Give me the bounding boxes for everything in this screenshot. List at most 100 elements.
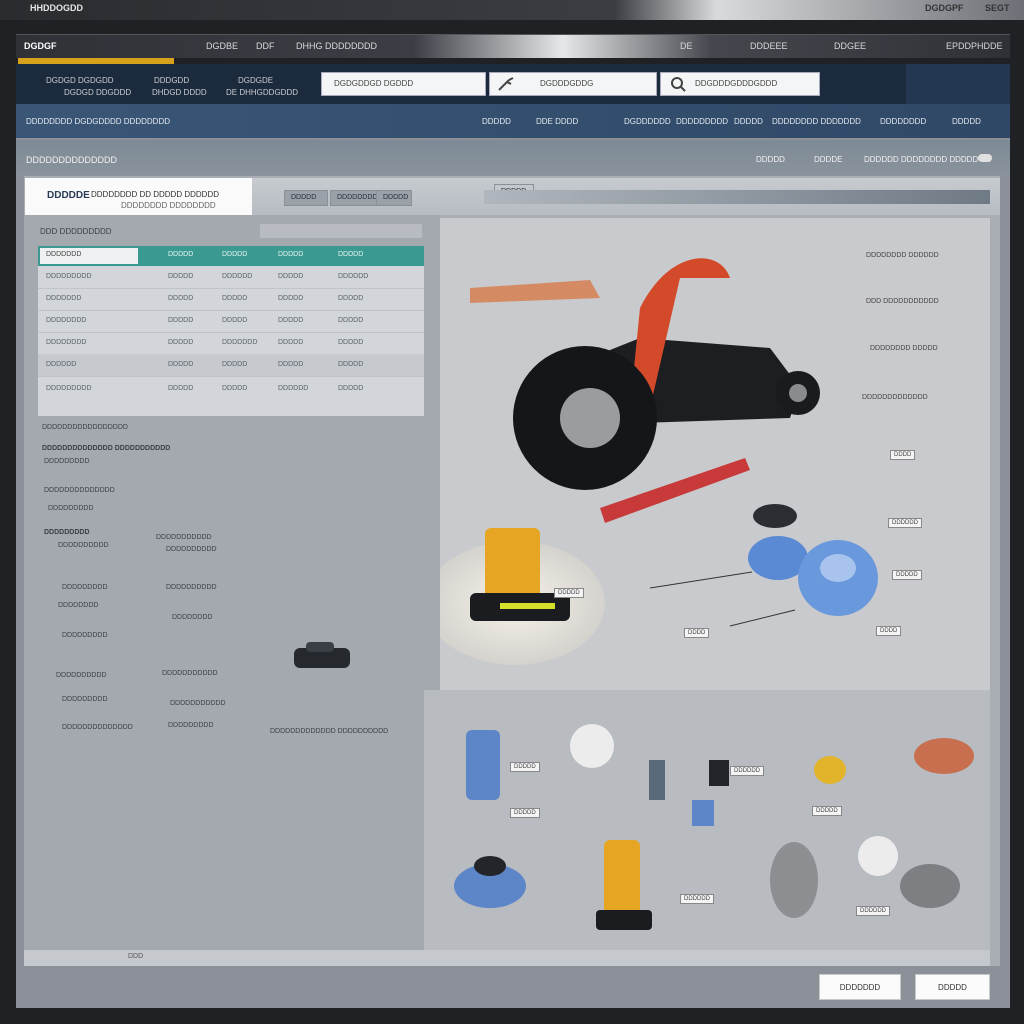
toolbar: DGDGD DGDGDD DGDGD DDGDDD DDDGDD DHDGD D… [16, 64, 1010, 104]
table-cell: DDDDDD [338, 273, 369, 280]
table-row[interactable]: DDDDDDD DDDDD DDDDD DDDDD DDDDD [38, 288, 424, 311]
window-right-label-2: SEGT [985, 3, 1010, 13]
viewer-callout[interactable]: DDDDD [892, 570, 922, 580]
nav-item-4[interactable]: DDDDDDDDD [676, 117, 728, 126]
list-item[interactable]: DDDDDDDDDDD [170, 700, 226, 707]
gallery-callout[interactable]: DDDDD [510, 808, 540, 818]
menu-right-2[interactable]: DDDEEE [750, 41, 788, 51]
nav-item-5[interactable]: DDDDD [734, 117, 763, 126]
logo-card: DDDDDE DDDDDDDD DD DDDDD DDDDDD DDDDDDDD… [25, 178, 252, 215]
toolbar-label-3: DDDGDD [154, 76, 190, 85]
menu-item-1[interactable]: DGDBE [206, 41, 238, 51]
table-cell: DDDDD [338, 361, 364, 368]
table-header: DDDDDDD DDDDD DDDDD DDDDD DDDDD [38, 246, 424, 266]
list-item[interactable]: DDDDDDDDDDD [156, 534, 212, 541]
gallery-callout[interactable]: DDDDD [510, 762, 540, 772]
table-header-col-5[interactable]: DDDDD [338, 251, 363, 258]
menu-item-3[interactable]: DHHG DDDDDDDD [296, 41, 377, 51]
viewer-callout[interactable]: DDDD [876, 626, 902, 636]
table-cell: DDDDD [278, 339, 304, 346]
table-row[interactable]: DDDDDDDDD DDDDD DDDDD DDDDDD DDDDD [38, 378, 424, 400]
nav-item-3[interactable]: DGDDDDDD [624, 117, 671, 126]
table-row[interactable]: DDDDDD DDDDD DDDDD DDDDD DDDDD [38, 354, 424, 377]
list-item[interactable]: DDDDDDDD [172, 614, 212, 621]
breadcrumb: DDDDDDDDDDDDDD DDDDD DDDDE DDDDDD DDDDDD… [16, 140, 1010, 176]
table-cell: DDDDDDDDD [46, 385, 92, 392]
logo-name: DDDDDE [47, 190, 90, 201]
secondary-button[interactable]: DDDDD [915, 974, 990, 1000]
gallery-callout[interactable]: DDDDD [812, 806, 842, 816]
tab-2[interactable]: DDDDDDDD [330, 190, 378, 206]
list-item[interactable]: DDDDDDDDDD [166, 546, 217, 553]
list-item[interactable]: DDDDDDDDDDD [162, 670, 218, 677]
list-item[interactable]: DDDDDDDDDD [56, 672, 107, 679]
table-cell: DDDDDDDD [46, 339, 87, 346]
table-cell: DDDDD [278, 273, 304, 280]
viewer-label-4: DDDDDDDDDDDDD [862, 394, 928, 401]
search-field-1[interactable]: DGDGDDGD DGDDD [321, 72, 486, 96]
navband-title: DDDDDDDD DGDGDDDD DDDDDDDD [26, 117, 170, 126]
part-thumbnail[interactable] [286, 636, 366, 686]
table-header-col-1[interactable]: DDDDDDD [46, 251, 81, 258]
table-header-col-2[interactable]: DDDDD [168, 251, 193, 258]
gallery-callout[interactable]: DDDDDD [730, 766, 764, 776]
table-row[interactable]: DDDDDDDD DDDDD DDDDDDD DDDDD DDDDD [38, 332, 424, 355]
table-cell: DDDDD [168, 339, 194, 346]
tab-1[interactable]: DDDDD [284, 190, 328, 206]
status-text: DDD [128, 953, 144, 960]
table-cell: DDDDD [222, 361, 248, 368]
tab-3[interactable]: DDDDD [376, 190, 412, 206]
list-item[interactable]: DDDDDDDD [58, 602, 98, 609]
table-cell: DDDDD [338, 317, 364, 324]
viewer-callout[interactable]: DDDDD [554, 588, 584, 598]
window-right-label-1: DGDGPF [925, 3, 964, 13]
table-row[interactable]: DDDDDDDD DDDDD DDDDD DDDDD DDDDD [38, 310, 424, 333]
parts-gallery-images[interactable] [424, 690, 990, 955]
nav-item-8[interactable]: DDDDD [952, 117, 981, 126]
breadcrumb-link-3[interactable]: DDDDDD DDDDDDDD DDDDD [864, 155, 978, 164]
toolbar-right-area [906, 64, 1010, 104]
list-item[interactable]: DDDDDDDDDDDDDD [62, 724, 133, 731]
left-panel-filter[interactable] [260, 224, 422, 238]
gallery-callout[interactable]: DDDDDD [856, 906, 890, 916]
menu-right-4[interactable]: EPDDPHDDE [946, 41, 1003, 51]
menu-right-3[interactable]: DDGEE [834, 41, 866, 51]
nav-item-6[interactable]: DDDDDDDD DDDDDDD [772, 117, 861, 126]
table-cell: DDDDD [168, 273, 194, 280]
list-item[interactable]: DDDDDDDDDD [58, 542, 109, 549]
list-item[interactable]: DDDDDDDDD [62, 696, 108, 703]
tab-strip: DDDDD DDDDDDDD DDDDD DDDDD [252, 178, 1000, 215]
nav-item-2[interactable]: DDE DDDD [536, 117, 578, 126]
table-cell: DDDDD [338, 385, 364, 392]
list-item[interactable]: DDDDDDDDD [62, 584, 108, 591]
breadcrumb-title: DDDDDDDDDDDDDD [26, 155, 117, 165]
menu-item-2[interactable]: DDF [256, 41, 275, 51]
nav-item-1[interactable]: DDDDD [482, 117, 511, 126]
gallery-callout[interactable]: DDDDDD [680, 894, 714, 904]
breadcrumb-link-2[interactable]: DDDDE [814, 155, 842, 164]
search-field-2[interactable]: DGDDDGDDG [489, 72, 657, 96]
table-row[interactable]: DDDDDDDDD DDDDD DDDDDD DDDDD DDDDDD [38, 266, 424, 289]
tab-progress-bar [484, 190, 990, 204]
table-header-col-3[interactable]: DDDDD [222, 251, 247, 258]
breadcrumb-link-1[interactable]: DDDDD [756, 155, 785, 164]
table-cell: DDDDD [222, 295, 248, 302]
list-item[interactable]: DDDDDDDDD [168, 722, 214, 729]
search-field-2-text: DGDDDGDDG [540, 79, 594, 88]
nav-item-7[interactable]: DDDDDDDD [880, 117, 926, 126]
table-header-col-4[interactable]: DDDDD [278, 251, 303, 258]
toggle-switch[interactable] [978, 154, 992, 162]
viewer-label-1: DDDDDDDD DDDDDD [866, 252, 939, 259]
primary-button[interactable]: DDDDDDD [819, 974, 901, 1000]
table-cell: DDDDD [338, 295, 364, 302]
menu-right-1[interactable]: DE [680, 41, 693, 51]
search-field-3[interactable]: DDGDDDGDDDGDDD [660, 72, 820, 96]
viewer-callout[interactable]: DDDDDD [888, 518, 922, 528]
viewer-callout[interactable]: DDDD [890, 450, 916, 460]
viewer-callout[interactable]: DDDD [684, 628, 710, 638]
list-item[interactable]: DDDDDDDDDD [166, 584, 217, 591]
table-cell: DDDDD [168, 361, 194, 368]
window-titlebar: HHDDOGDD DGDGPF SEGT [0, 0, 1024, 20]
list-item[interactable]: DDDDDDDDD [62, 632, 108, 639]
table-cell: DDDDD [338, 339, 364, 346]
